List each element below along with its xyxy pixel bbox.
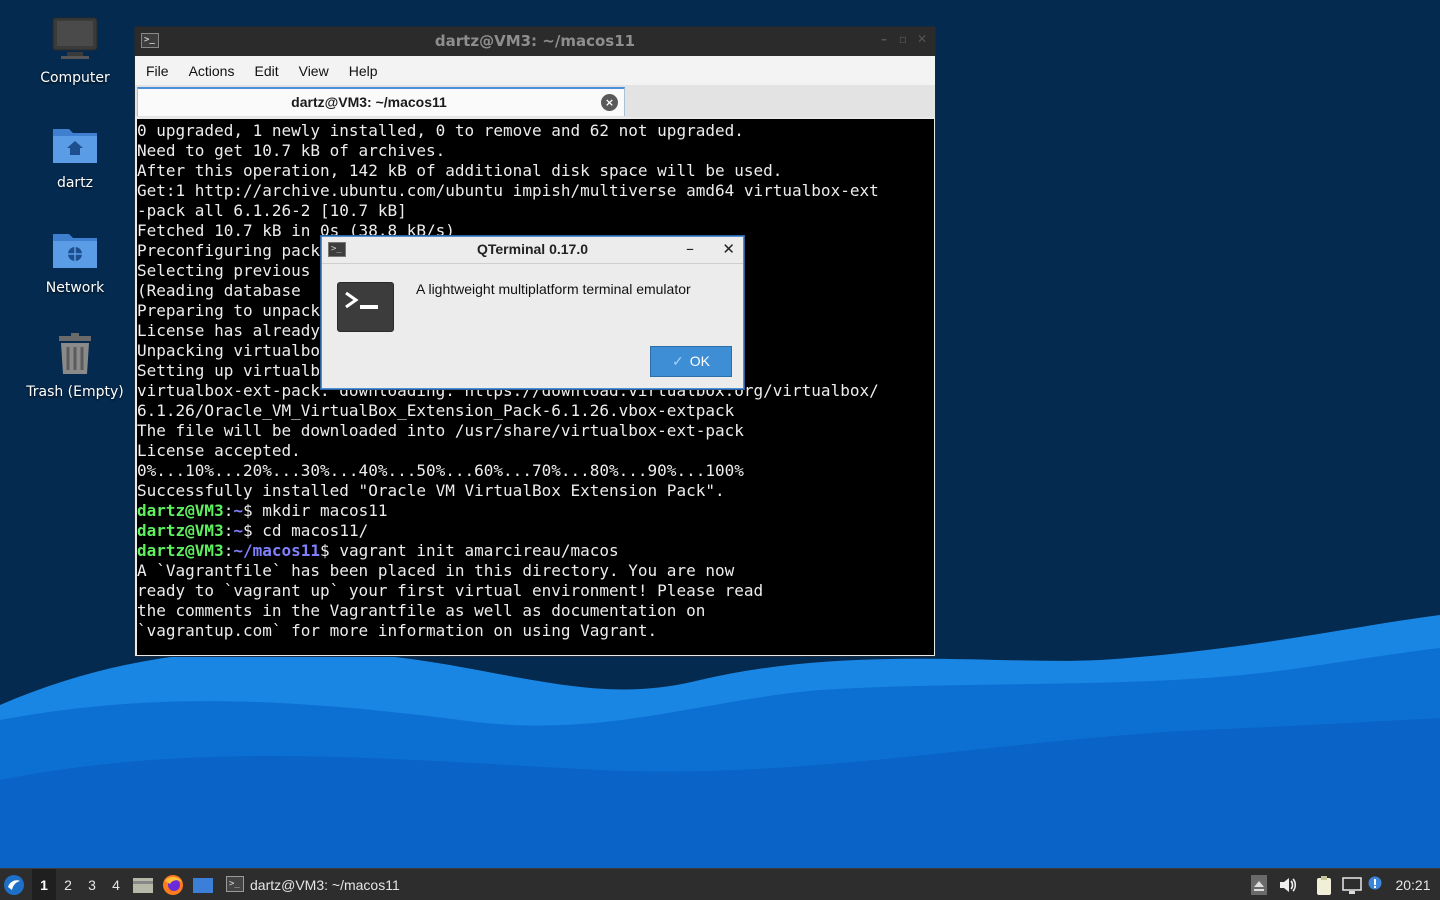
firefox-icon [163, 875, 183, 895]
firefox-launcher[interactable] [162, 869, 186, 900]
prompt-sep: : [223, 541, 234, 560]
output-line: After this operation, 142 kB of addition… [137, 161, 783, 180]
output-line: Need to get 10.7 kB of archives. [137, 141, 446, 160]
workspace-3[interactable]: 3 [80, 869, 104, 900]
network-folder-icon [51, 226, 99, 274]
dialog-title: QTerminal 0.17.0 [476, 241, 588, 257]
output-line: Successfully installed "Oracle VM Virtua… [137, 481, 725, 500]
ok-label: OK [689, 353, 710, 369]
menu-view[interactable]: View [289, 63, 339, 79]
output-line: the comments in the Vagrantfile as well … [137, 601, 706, 620]
eject-icon [1251, 875, 1267, 895]
checkmark-icon: ✓ [672, 353, 684, 369]
terminal-icon: >_ [226, 876, 244, 892]
prompt-command: vagrant init amarcireau/macos [339, 541, 619, 560]
prompt-path: ~/macos11 [233, 541, 321, 560]
output-line: 6.1.26/Oracle_VM_VirtualBox_Extension_Pa… [137, 401, 735, 420]
network-status-button[interactable] [1342, 869, 1364, 900]
close-tab-icon[interactable]: × [601, 94, 618, 111]
prompt-command: cd macos11/ [262, 521, 369, 540]
output-line: -pack all 6.1.26-2 [10.7 kB] [137, 201, 407, 220]
tab-bar: dartz@VM3: ~/macos11 × [135, 85, 935, 117]
computer-icon [51, 16, 99, 64]
desktop-icon-trash[interactable]: Trash (Empty) [15, 330, 135, 400]
prompt-user: dartz@VM3 [137, 541, 224, 560]
desktop-icon-label: Network [45, 280, 105, 296]
info-icon [1368, 876, 1382, 890]
close-button[interactable]: ✕ [722, 240, 735, 258]
file-manager-launcher[interactable] [132, 869, 156, 900]
prompt-line: dartz@VM3:~$ cd macos11/ [137, 521, 934, 541]
workspace-2[interactable]: 2 [56, 869, 80, 900]
start-menu-button[interactable] [2, 869, 30, 900]
workspace-4[interactable]: 4 [104, 869, 128, 900]
terminal-app-icon [337, 282, 394, 332]
output-line: `vagrantup.com` for more information on … [137, 621, 658, 640]
home-folder-icon [51, 121, 99, 169]
desktop-icon-label: Computer [40, 70, 110, 86]
update-notifier-button[interactable] [1368, 869, 1384, 900]
output-line: 0 upgraded, 1 newly installed, 0 to remo… [137, 121, 744, 140]
dialog-titlebar[interactable]: >_ QTerminal 0.17.0 – ✕ [322, 237, 743, 264]
prompt-command: mkdir macos11 [262, 501, 388, 520]
ok-button[interactable]: ✓ OK [650, 346, 732, 377]
prompt-symbol: $ [242, 521, 263, 540]
terminal-titlebar[interactable]: >_ dartz@VM3: ~/macos11 – ▫ ✕ [135, 27, 935, 56]
dialog-message: A lightweight multiplatform terminal emu… [416, 281, 691, 297]
tab-label: dartz@VM3: ~/macos11 [291, 94, 447, 110]
menu-bar: File Actions Edit View Help [135, 56, 935, 85]
taskbar: 1 2 3 4 >_ dartz@VM3: ~/macos11 20:21 [0, 868, 1440, 900]
clipboard-icon [1317, 876, 1331, 895]
about-dialog[interactable]: >_ QTerminal 0.17.0 – ✕ A lightweight mu… [321, 236, 744, 389]
prompt-user: dartz@VM3 [137, 501, 224, 520]
output-line: The file will be downloaded into /usr/sh… [137, 421, 744, 440]
prompt-path: ~ [233, 501, 243, 520]
desktop-icon-network[interactable]: Network [15, 226, 135, 296]
output-line: ready to `vagrant up` your first virtual… [137, 581, 764, 600]
volume-button[interactable] [1278, 869, 1300, 900]
terminal-tab[interactable]: dartz@VM3: ~/macos11 × [137, 87, 625, 116]
workspace-1[interactable]: 1 [32, 869, 56, 900]
file-manager-icon [133, 878, 153, 893]
desktop-icon-dartz[interactable]: dartz [15, 121, 135, 191]
prompt-user: dartz@VM3 [137, 521, 224, 540]
close-button[interactable]: ✕ [917, 32, 927, 46]
clock[interactable]: 20:21 [1390, 869, 1436, 900]
taskbar-item-label: dartz@VM3: ~/macos11 [250, 877, 400, 893]
minimize-button[interactable]: – [686, 239, 694, 258]
desktop-icon-label: Trash (Empty) [26, 384, 124, 400]
network-icon [1342, 877, 1362, 894]
show-desktop-button[interactable] [192, 869, 216, 900]
trash-icon [51, 330, 99, 378]
prompt-sep: : [223, 521, 234, 540]
prompt-sep: : [223, 501, 234, 520]
menu-help[interactable]: Help [339, 63, 388, 79]
output-line: A `Vagrantfile` has been placed in this … [137, 561, 735, 580]
output-line: 0%...10%...20%...30%...40%...50%...60%..… [137, 461, 744, 480]
output-line: License accepted. [137, 441, 301, 460]
desktop-icon [193, 878, 213, 893]
taskbar-item-terminal[interactable]: >_ dartz@VM3: ~/macos11 [220, 869, 430, 900]
minimize-button[interactable]: – [881, 32, 887, 46]
menu-edit[interactable]: Edit [244, 63, 288, 79]
prompt-line: dartz@VM3:~/macos11$ vagrant init amarci… [137, 541, 934, 561]
volume-icon [1280, 878, 1297, 892]
desktop-icon-label: dartz [56, 175, 94, 191]
prompt-symbol: $ [320, 541, 340, 560]
maximize-button[interactable]: ▫ [899, 32, 907, 46]
window-title: dartz@VM3: ~/macos11 [434, 32, 636, 50]
prompt-path: ~ [233, 521, 243, 540]
prompt-line: dartz@VM3:~$ mkdir macos11 [137, 501, 934, 521]
output-line: Get:1 http://archive.ubuntu.com/ubuntu i… [137, 181, 879, 200]
menu-actions[interactable]: Actions [179, 63, 245, 79]
clipboard-button[interactable] [1314, 869, 1336, 900]
menu-file[interactable]: File [136, 63, 179, 79]
eject-button[interactable] [1250, 869, 1270, 900]
prompt-symbol: $ [242, 501, 263, 520]
desktop-icon-computer[interactable]: Computer [15, 16, 135, 86]
lubuntu-logo-icon [4, 875, 24, 895]
